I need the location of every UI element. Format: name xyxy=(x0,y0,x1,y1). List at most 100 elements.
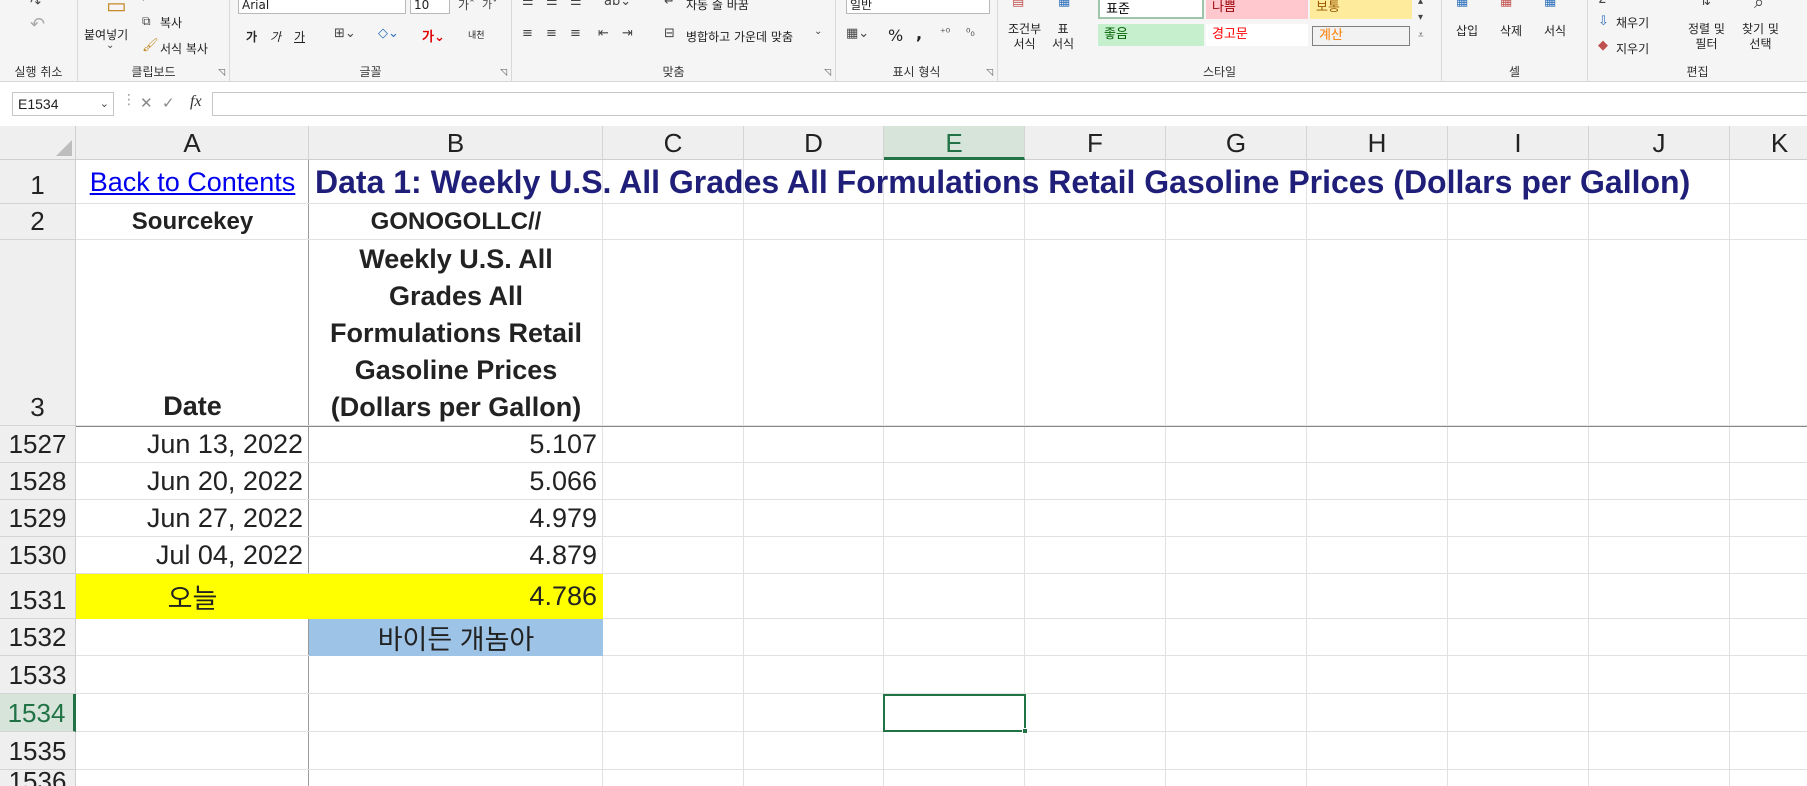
row-header-1531[interactable]: 1531 xyxy=(0,574,76,619)
enter-icon[interactable]: ✓ xyxy=(162,94,175,112)
wrap-text-icon[interactable]: ↵ xyxy=(664,0,675,9)
insert-cells-icon[interactable]: ▦ xyxy=(1456,0,1468,9)
row-header-1528[interactable]: 1528 xyxy=(0,463,76,500)
insert-function-button[interactable]: fx xyxy=(190,93,202,111)
date-cell[interactable]: Jul 04, 2022 xyxy=(76,537,309,574)
sort-filter-icon[interactable]: ⇅ xyxy=(1700,0,1711,9)
active-cell-selection[interactable] xyxy=(883,694,1028,734)
shrink-font-button[interactable]: 가ˇ xyxy=(482,0,498,12)
sort-filter-button[interactable]: 정렬 및 필터 xyxy=(1688,22,1725,52)
row-header-1533[interactable]: 1533 xyxy=(0,656,76,694)
name-box[interactable]: E1534 ⌄ xyxy=(12,92,114,116)
cut-icon[interactable]: ✂ xyxy=(142,0,151,5)
insert-button[interactable]: 삽입 xyxy=(1456,22,1478,39)
style-warning[interactable]: 경고문 xyxy=(1206,24,1308,46)
column-header-f[interactable]: F xyxy=(1025,126,1166,160)
find-select-button[interactable]: 찾기 및 선택 xyxy=(1742,22,1779,52)
comment-cell[interactable]: 바이든 개놈아 xyxy=(309,619,603,656)
row-header-1529[interactable]: 1529 xyxy=(0,500,76,537)
font-launcher-icon[interactable]: ◹ xyxy=(500,68,507,78)
price-cell[interactable]: 4.979 xyxy=(309,500,603,537)
number-format-select[interactable]: 일반 xyxy=(846,0,990,14)
clear-button[interactable]: 지우기 xyxy=(1616,40,1649,57)
styles-scroll-down-icon[interactable]: ▾ xyxy=(1418,12,1423,23)
row-header-1532[interactable]: 1532 xyxy=(0,619,76,656)
column-header-e[interactable]: E xyxy=(884,126,1025,160)
clear-icon[interactable]: ◆ xyxy=(1598,38,1608,53)
formula-input[interactable] xyxy=(212,92,1807,116)
align-top-icon[interactable]: ☰ xyxy=(522,0,534,9)
date-cell[interactable]: Jun 27, 2022 xyxy=(76,500,309,537)
underline-button[interactable]: 가 xyxy=(294,28,305,45)
row-header-1527[interactable]: 1527 xyxy=(0,426,76,463)
find-select-icon[interactable]: ⌕ xyxy=(1754,0,1764,13)
copy-button[interactable]: 복사 xyxy=(160,14,182,31)
cancel-icon[interactable]: ✕ xyxy=(140,94,153,112)
decrease-decimal-icon[interactable]: ⁰₀ xyxy=(966,26,975,39)
column-header-g[interactable]: G xyxy=(1166,126,1307,160)
date-cell[interactable]: 오늘 xyxy=(76,574,309,619)
clipboard-launcher-icon[interactable]: ◹ xyxy=(218,68,225,78)
style-neutral[interactable]: 보통 xyxy=(1310,0,1412,19)
format-as-table-button[interactable]: 표 서식 xyxy=(1052,22,1074,52)
bold-button[interactable]: 가 xyxy=(246,28,257,45)
paste-icon[interactable]: ▭ xyxy=(106,0,127,19)
accounting-format-icon[interactable]: ▦⌄ xyxy=(846,26,869,41)
price-cell[interactable]: 5.066 xyxy=(309,463,603,500)
column-header-b[interactable]: B xyxy=(309,126,603,160)
orientation-icon[interactable]: ab⌄ xyxy=(604,0,631,9)
fill-button[interactable]: 채우기 xyxy=(1616,14,1649,31)
row-header-1[interactable]: 1 xyxy=(0,160,76,204)
merge-center-button[interactable]: 병합하고 가운데 맞춤 xyxy=(686,28,793,45)
pinyin-button[interactable]: 내천 xyxy=(468,28,485,41)
format-button[interactable]: 서식 xyxy=(1544,22,1566,39)
column-header-c[interactable]: C xyxy=(603,126,744,160)
row-header-1530[interactable]: 1530 xyxy=(0,537,76,574)
date-cell[interactable]: Jun 13, 2022 xyxy=(76,426,309,463)
alignment-launcher-icon[interactable]: ◹ xyxy=(824,68,831,78)
select-all-button[interactable] xyxy=(0,126,76,160)
column-header-i[interactable]: I xyxy=(1448,126,1589,160)
merge-center-icon[interactable]: ⊟ xyxy=(664,26,675,41)
style-normal[interactable]: 표준 xyxy=(1098,0,1204,19)
undo-icon[interactable]: ↶ xyxy=(30,14,45,35)
delete-button[interactable]: 삭제 xyxy=(1500,22,1522,39)
style-calculation[interactable]: 계산 xyxy=(1312,26,1410,46)
format-painter-button[interactable]: 서식 복사 xyxy=(160,40,208,57)
row-header-2[interactable]: 2 xyxy=(0,204,76,240)
price-cell[interactable]: 4.786 xyxy=(309,574,603,619)
chevron-down-icon[interactable]: ⌄ xyxy=(106,40,114,51)
align-bottom-icon[interactable]: ☰ xyxy=(570,0,582,9)
format-cells-icon[interactable]: ▦ xyxy=(1544,0,1556,9)
border-icon[interactable]: ⊞⌄ xyxy=(334,26,356,41)
align-left-icon[interactable]: ≡ xyxy=(522,26,533,41)
styles-scroll-up-icon[interactable]: ▴ xyxy=(1418,0,1423,7)
font-size-select[interactable]: 10 xyxy=(410,0,450,14)
price-cell[interactable]: 4.879 xyxy=(309,537,603,574)
column-header-j[interactable]: J xyxy=(1589,126,1730,160)
decrease-indent-icon[interactable]: ⇤ xyxy=(598,26,609,41)
fill-handle[interactable] xyxy=(1022,728,1028,734)
align-middle-icon[interactable]: ☰ xyxy=(546,0,558,9)
chevron-down-icon[interactable]: ⌄ xyxy=(814,26,822,37)
font-name-select[interactable]: Arial xyxy=(238,0,406,14)
row-header-3[interactable]: 3 xyxy=(0,240,76,426)
column-header-a[interactable]: A xyxy=(76,126,309,160)
redo-icon[interactable]: ↷ xyxy=(30,0,41,11)
comma-button[interactable]: , xyxy=(916,24,922,43)
fill-icon[interactable]: ⇩ xyxy=(1598,14,1609,29)
increase-decimal-icon[interactable]: ⁺⁰ xyxy=(940,26,950,39)
number-launcher-icon[interactable]: ◹ xyxy=(986,68,993,78)
grow-font-button[interactable]: 가ˆ xyxy=(458,0,475,13)
align-right-icon[interactable]: ≡ xyxy=(570,26,581,41)
font-color-icon[interactable]: 가⌄ xyxy=(422,26,445,45)
italic-button[interactable]: 가 xyxy=(270,28,281,45)
align-center-icon[interactable]: ≡ xyxy=(546,26,557,41)
percent-button[interactable]: % xyxy=(888,26,903,45)
column-header-h[interactable]: H xyxy=(1307,126,1448,160)
column-header-k[interactable]: K xyxy=(1730,126,1807,160)
format-painter-icon[interactable]: 🖌 xyxy=(142,38,159,53)
delete-cells-icon[interactable]: ▦ xyxy=(1500,0,1512,9)
fill-color-icon[interactable]: ◇⌄ xyxy=(378,26,399,41)
conditional-format-icon[interactable]: ▤ xyxy=(1012,0,1024,9)
